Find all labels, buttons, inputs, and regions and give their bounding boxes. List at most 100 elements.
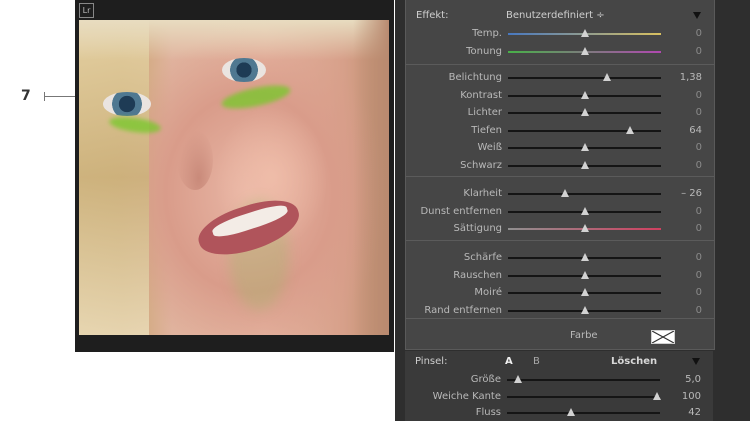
- slider-thumb-dunst[interactable]: [580, 206, 589, 215]
- slider-thumb-lichter[interactable]: [580, 108, 589, 116]
- slider-thumb-fluss[interactable]: [567, 408, 576, 416]
- slider-thumb-schaerfe[interactable]: [580, 253, 589, 261]
- slider-thumb-saettigung[interactable]: [580, 224, 589, 232]
- slider-value-fluss: 42: [688, 407, 701, 418]
- slider-value-rand: 0: [695, 304, 702, 316]
- eye-right: [222, 58, 266, 82]
- slider-label-schwarz: Schwarz: [460, 159, 502, 171]
- lightroom-logo: Lr: [79, 3, 94, 18]
- slider-row-kontrast: Kontrast 0: [406, 88, 714, 104]
- slider-value-schaerfe: 0: [695, 252, 702, 263]
- callout-number: 7: [21, 88, 31, 104]
- slider-label-tiefen: Tiefen: [471, 124, 502, 136]
- slider-thumb-groesse[interactable]: [513, 375, 522, 383]
- slider-value-moire: 0: [695, 287, 702, 298]
- slider-thumb-moire[interactable]: [580, 288, 589, 296]
- effect-label: Effekt:: [416, 10, 449, 21]
- slider-label-groesse: Größe: [470, 374, 501, 385]
- slider-value-weiche: 100: [681, 390, 701, 402]
- slider-label-weiss: Weiß: [477, 142, 502, 153]
- nose: [177, 130, 213, 190]
- color-label: Farbe: [570, 330, 598, 341]
- slider-track-klarheit[interactable]: [508, 193, 661, 195]
- slider-label-klarheit: Klarheit: [463, 188, 502, 199]
- brush-clear-button[interactable]: Löschen: [611, 356, 657, 367]
- slider-track-fluss[interactable]: [507, 412, 660, 414]
- slider-thumb-rand[interactable]: [580, 305, 589, 314]
- slider-row-rauschen: Rauschen 0: [406, 268, 714, 284]
- slider-track-belichtung[interactable]: [508, 77, 661, 79]
- slider-label-dunst: Dunst entfernen: [420, 205, 502, 217]
- slider-row-schwarz: Schwarz 0: [406, 158, 714, 174]
- slider-thumb-weiche[interactable]: [652, 391, 661, 400]
- section-divider: [406, 318, 714, 319]
- slider-row-dunst: Dunst entfernen 0: [406, 204, 714, 220]
- slider-label-rauschen: Rauschen: [453, 269, 502, 281]
- portrait-photo[interactable]: [79, 20, 389, 335]
- slider-row-temp: Temp. 0: [406, 26, 714, 42]
- slider-value-belichtung: 1,38: [679, 72, 702, 83]
- slider-row-saettigung: Sättigung 0: [406, 221, 714, 237]
- slider-label-fluss: Fluss: [475, 407, 501, 418]
- slider-thumb-kontrast[interactable]: [580, 90, 589, 99]
- effect-dropdown[interactable]: Benutzerdefiniert ÷: [506, 10, 605, 21]
- slider-thumb-schwarz[interactable]: [580, 160, 589, 169]
- slider-row-tonung: Tonung 0: [406, 44, 714, 60]
- slider-thumb-belichtung[interactable]: [603, 73, 612, 81]
- brush-section: Pinsel: A B Löschen Größe 5,0 Weiche Kante…: [405, 351, 713, 421]
- color-swatch[interactable]: [651, 330, 675, 344]
- hair-right: [353, 20, 389, 335]
- slider-value-tonung: 0: [695, 45, 702, 57]
- slider-label-kontrast: Kontrast: [460, 89, 502, 101]
- slider-row-tiefen: Tiefen 64: [406, 123, 714, 139]
- slider-row-weiss: Weiß 0: [406, 140, 714, 156]
- slider-label-moire: Moiré: [474, 287, 502, 298]
- slider-row-rand: Rand entfernen 0: [406, 303, 714, 319]
- slider-row-moire: Moiré 0: [406, 285, 714, 301]
- section-divider: [406, 176, 714, 177]
- slider-label-rand: Rand entfernen: [424, 304, 502, 316]
- slider-value-groesse: 5,0: [685, 374, 701, 385]
- slider-track-tiefen[interactable]: [508, 129, 661, 132]
- slider-thumb-klarheit[interactable]: [560, 189, 569, 197]
- slider-row-weiche: Weiche Kante 100: [405, 389, 713, 405]
- brush-label: Pinsel:: [415, 356, 448, 367]
- photo-window: Lr: [75, 0, 394, 352]
- slider-value-tiefen: 64: [689, 124, 702, 136]
- brush-collapse-icon[interactable]: [692, 358, 700, 365]
- adjustment-brush-panel: Effekt: Benutzerdefiniert ÷ Temp. 0 Tonung…: [395, 0, 750, 421]
- slider-thumb-rauschen[interactable]: [580, 270, 589, 279]
- slider-thumb-tonung[interactable]: [580, 46, 589, 55]
- slider-thumb-temp[interactable]: [580, 29, 589, 37]
- slider-row-klarheit: Klarheit – 26: [406, 186, 714, 202]
- slider-row-lichter: Lichter 0: [406, 105, 714, 121]
- slider-value-dunst: 0: [695, 205, 702, 217]
- slider-label-temp: Temp.: [472, 28, 502, 39]
- slider-row-belichtung: Belichtung 1,38: [406, 70, 714, 86]
- brush-tab-b[interactable]: B: [533, 356, 540, 367]
- section-divider: [406, 64, 714, 65]
- slider-value-klarheit: – 26: [681, 188, 702, 199]
- slider-value-saettigung: 0: [695, 223, 702, 234]
- no-color-icon: [652, 331, 674, 343]
- slider-value-schwarz: 0: [695, 159, 702, 171]
- slider-value-temp: 0: [695, 28, 702, 39]
- slider-label-schaerfe: Schärfe: [463, 252, 502, 263]
- brush-tab-a[interactable]: A: [505, 356, 513, 367]
- slider-value-kontrast: 0: [695, 89, 702, 101]
- hair-left: [79, 20, 149, 335]
- mask-overlay-right-eye: [219, 80, 293, 114]
- slider-row-schaerfe: Schärfe 0: [406, 250, 714, 266]
- panel-collapse-icon[interactable]: [693, 12, 701, 19]
- slider-track-groesse[interactable]: [507, 379, 660, 381]
- slider-label-lichter: Lichter: [467, 107, 502, 118]
- slider-row-groesse: Größe 5,0: [405, 372, 713, 388]
- slider-label-tonung: Tonung: [466, 45, 502, 57]
- slider-label-belichtung: Belichtung: [448, 72, 502, 83]
- eye-left: [103, 92, 151, 116]
- slider-row-fluss: Fluss 42: [405, 405, 713, 421]
- slider-thumb-tiefen[interactable]: [626, 125, 635, 134]
- slider-thumb-weiss[interactable]: [580, 143, 589, 151]
- slider-track-weiche[interactable]: [507, 395, 660, 398]
- hair-top: [79, 20, 389, 60]
